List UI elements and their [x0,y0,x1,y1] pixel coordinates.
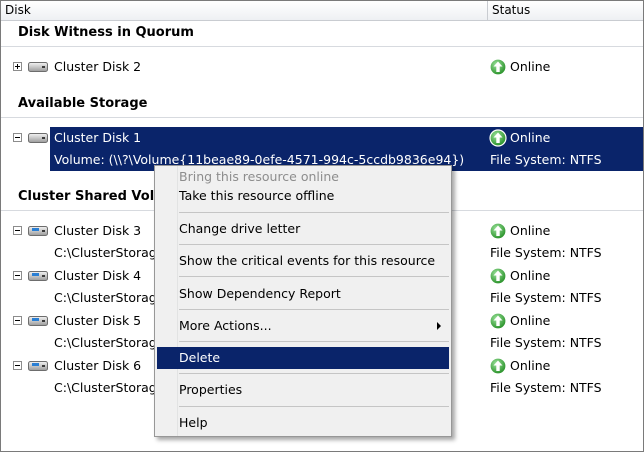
file-system-text: File System: NTFS [490,245,602,260]
file-system-text: File System: NTFS [490,380,602,395]
menu-item-more-actions[interactable]: More Actions... [157,315,449,337]
group-header-witness: Disk Witness in Quorum [18,25,194,40]
menu-item-properties[interactable]: Properties [157,379,449,401]
file-system-text: File System: NTFS [490,335,602,350]
file-system-text: File System: NTFS [490,152,602,167]
disk-label: Cluster Disk 4 [54,268,142,283]
menu-item-dependency-report[interactable]: Show Dependency Report [157,283,449,305]
disk-label: Cluster Disk 3 [54,223,142,238]
collapse-icon[interactable] [13,133,22,142]
csv-disk-icon [28,226,48,236]
menu-item-change-drive-letter[interactable]: Change drive letter [157,218,449,240]
menu-separator [179,341,449,342]
csv-disk-icon [28,316,48,326]
menu-item-critical-events[interactable]: Show the critical events for this resour… [157,250,449,272]
row-cluster-disk-2[interactable]: Cluster Disk 2 Online [1,56,643,78]
collapse-icon[interactable] [13,271,22,280]
menu-item-take-offline[interactable]: Take this resource offline [157,185,449,207]
column-header-status[interactable]: Status [488,1,643,20]
menu-item-label: Delete [179,350,221,365]
storage-path: C:\ClusterStorage [54,290,165,305]
menu-item-label: Show Dependency Report [179,286,341,301]
collapse-icon[interactable] [13,361,22,370]
menu-item-help[interactable]: Help [157,412,449,434]
online-status-icon [489,312,507,330]
status-text: Online [510,59,551,74]
csv-disk-icon [28,361,48,371]
group-header-available: Available Storage [18,96,148,111]
disk-list-view: Disk Status Disk Witness in Quorum Clust… [0,0,644,452]
row-cluster-disk-1[interactable]: Cluster Disk 1 Online [1,127,643,149]
menu-item-label: Take this resource offline [179,188,335,203]
menu-item-label: Show the critical events for this resour… [179,253,436,268]
status-text: Online [510,223,551,238]
disk-icon [28,133,48,143]
status-text: Online [510,130,551,145]
group-header-csv: Cluster Shared Volu [18,189,164,204]
menu-item-label: Properties [179,382,243,397]
disk-label: Cluster Disk 5 [54,313,142,328]
menu-separator [179,373,449,374]
disk-label: Cluster Disk 6 [54,358,142,373]
collapse-icon[interactable] [13,226,22,235]
menu-item-label: Change drive letter [179,221,301,236]
online-status-icon [489,222,507,240]
menu-item-label: Help [179,415,208,430]
menu-separator [179,276,449,277]
storage-path: C:\ClusterStorage [54,335,165,350]
menu-separator [179,309,449,310]
menu-item-delete[interactable]: Delete [157,347,449,369]
online-status-icon [489,58,507,76]
collapse-icon[interactable] [13,316,22,325]
expand-icon[interactable] [13,62,22,71]
online-status-icon [489,357,507,375]
group-divider [1,117,643,118]
menu-separator [179,406,449,407]
file-system-text: File System: NTFS [490,290,602,305]
menu-separator [179,244,449,245]
disk-label: Cluster Disk 2 [54,59,142,74]
csv-disk-icon [28,271,48,281]
status-text: Online [510,358,551,373]
context-menu: Bring this resource online Take this res… [154,165,452,437]
submenu-arrow-icon [437,322,441,330]
storage-path: C:\ClusterStorage [54,245,165,260]
menu-separator [179,212,449,213]
online-status-icon [489,267,507,285]
menu-item-label: More Actions... [179,318,272,333]
disk-icon [28,62,48,72]
online-status-icon [489,129,507,147]
status-text: Online [510,268,551,283]
status-text: Online [510,313,551,328]
menu-item-label: Bring this resource online [179,169,339,184]
storage-path: C:\ClusterStorage [54,380,165,395]
group-divider [1,46,643,47]
disk-label: Cluster Disk 1 [54,130,142,145]
column-header-disk[interactable]: Disk [1,1,488,20]
column-header: Disk Status [1,1,643,21]
